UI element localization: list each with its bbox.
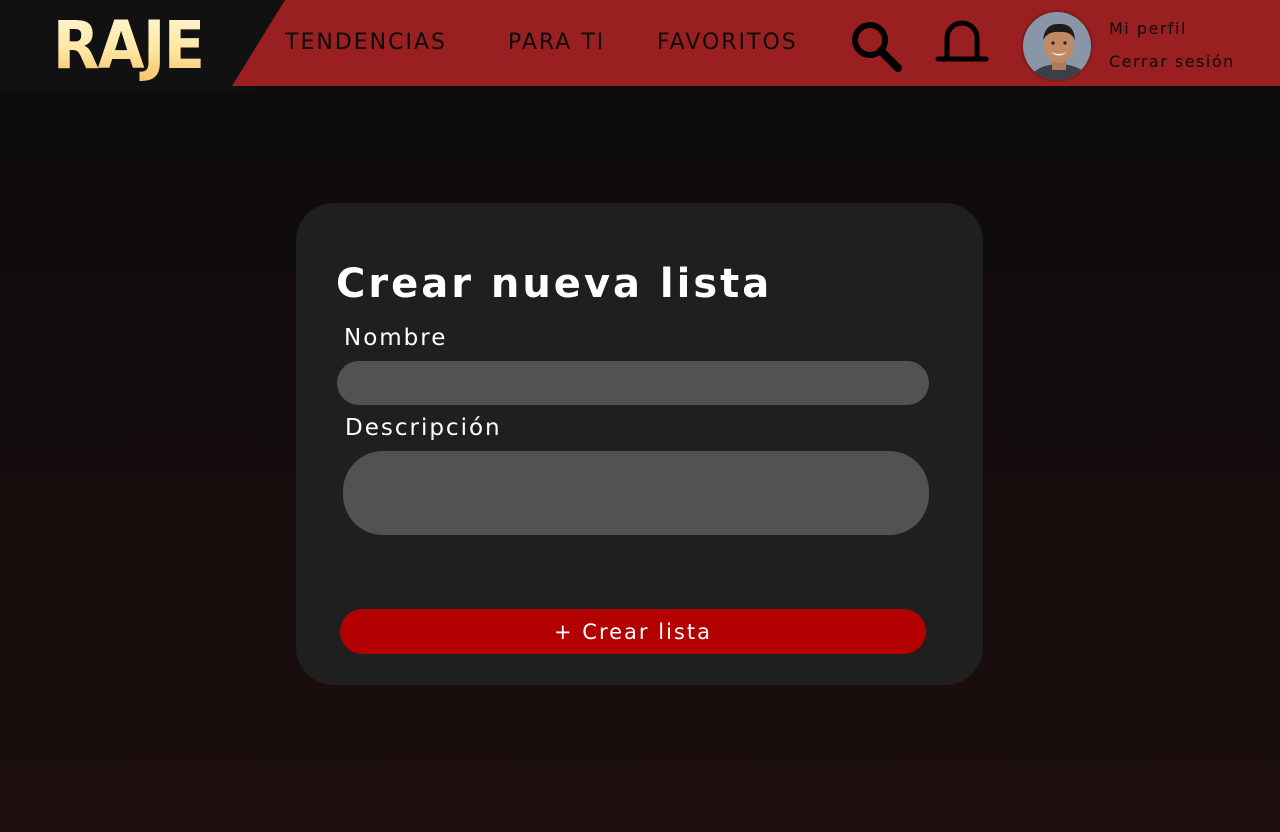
user-avatar[interactable] <box>1021 10 1093 82</box>
create-list-button[interactable]: + Crear lista <box>340 609 926 654</box>
name-input[interactable] <box>337 361 929 405</box>
name-label: Nombre <box>344 325 448 351</box>
my-profile-link[interactable]: Mi perfil <box>1109 19 1187 38</box>
brand-logo[interactable]: RAJE <box>49 10 207 82</box>
search-button[interactable] <box>848 18 904 74</box>
logo-block-tail <box>0 86 254 92</box>
notifications-button[interactable] <box>934 18 990 74</box>
nav-para-ti[interactable]: PARA TI <box>508 30 605 62</box>
search-icon <box>852 22 902 72</box>
nav-tendencias[interactable]: TENDENCIAS <box>285 30 447 62</box>
logout-link[interactable]: Cerrar sesión <box>1109 52 1235 71</box>
create-list-card: Crear nueva lista Nombre Descripción + C… <box>296 203 983 685</box>
page-title: Crear nueva lista <box>336 261 773 307</box>
description-label: Descripción <box>345 415 502 441</box>
top-header: RAJE TENDENCIAS PARA TI FAVORITOS Mi per… <box>0 0 1280 92</box>
nav-favoritos[interactable]: FAVORITOS <box>657 30 798 62</box>
description-input[interactable] <box>343 451 929 535</box>
avatar-image <box>1023 12 1091 80</box>
bell-icon <box>935 20 989 62</box>
